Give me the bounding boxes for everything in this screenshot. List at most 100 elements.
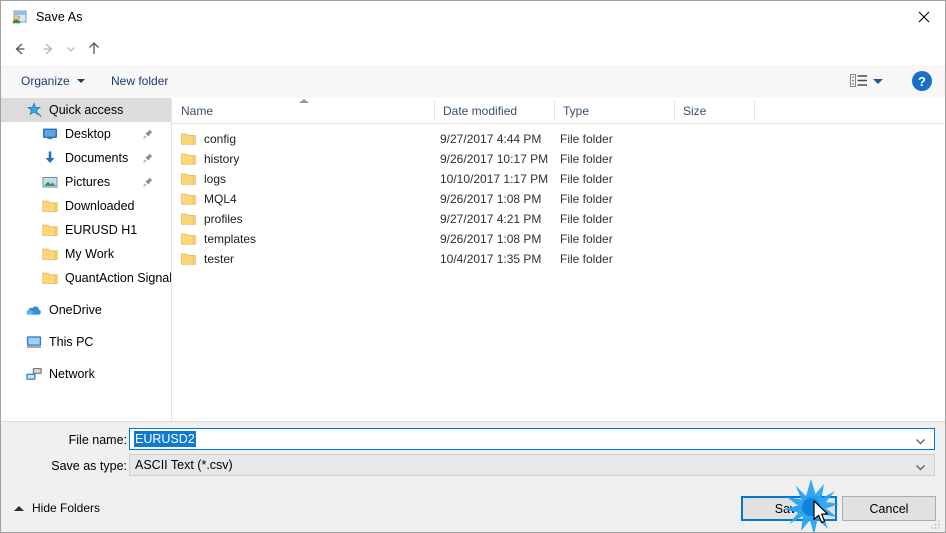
pin-icon[interactable] xyxy=(143,128,153,142)
cancel-label: Cancel xyxy=(869,501,909,516)
column-header-type[interactable]: Type xyxy=(554,98,674,123)
table-row[interactable]: history 9/26/2017 10:17 PM File folder xyxy=(172,149,945,169)
onedrive-cloud-icon xyxy=(26,302,42,318)
cell-type: File folder xyxy=(560,152,613,166)
sidebar-item-onedrive[interactable]: OneDrive xyxy=(1,298,171,322)
sidebar-item-label: EURUSD H1 xyxy=(65,223,138,237)
save-as-dialog: Save As Search 915566BA06ADA40756... Org… xyxy=(0,0,946,533)
column-header-size[interactable]: Size xyxy=(674,98,754,123)
cell-type: File folder xyxy=(560,232,613,246)
cell-name: MQL4 xyxy=(204,192,237,206)
cell-type: File folder xyxy=(560,252,613,266)
toolbar: Organize New folder ? xyxy=(1,65,945,99)
forward-button[interactable] xyxy=(36,37,60,61)
sidebar-item-my-work[interactable]: My Work xyxy=(1,242,171,266)
cell-date-modified: 10/10/2017 1:17 PM xyxy=(440,172,549,186)
column-divider[interactable] xyxy=(754,101,755,120)
folder-icon xyxy=(42,270,58,286)
sidebar-item-this-pc[interactable]: This PC xyxy=(1,330,171,354)
navigation-bar: « Roaming › MetaQuotes › Terminal › 9155… xyxy=(1,32,945,91)
close-button[interactable] xyxy=(901,1,945,32)
title-bar: Save As xyxy=(1,1,945,32)
up-button[interactable] xyxy=(82,37,106,61)
back-button[interactable] xyxy=(8,37,32,61)
hide-folders-button[interactable]: Hide Folders xyxy=(14,501,100,515)
sidebar-item-desktop[interactable]: Desktop xyxy=(1,122,171,146)
cell-date-modified: 9/27/2017 4:21 PM xyxy=(440,212,542,226)
column-header-date-modified[interactable]: Date modified xyxy=(434,98,554,123)
folder-icon xyxy=(181,132,196,145)
cell-type: File folder xyxy=(560,212,613,226)
sidebar-item-label: Network xyxy=(49,367,95,381)
folder-icon xyxy=(181,232,196,245)
new-folder-button[interactable]: New folder xyxy=(105,70,174,92)
cell-name: config xyxy=(204,132,237,146)
sidebar-item-downloaded[interactable]: Downloaded xyxy=(1,194,171,218)
file-name-input[interactable]: EURUSD2 xyxy=(129,428,935,450)
save-as-type-select[interactable]: ASCII Text (*.csv) xyxy=(129,454,935,476)
save-label: Save xyxy=(774,501,804,516)
chevron-down-icon[interactable] xyxy=(915,435,926,449)
pin-icon[interactable] xyxy=(143,152,153,166)
star-pin-icon xyxy=(26,102,42,118)
hide-folders-label: Hide Folders xyxy=(32,501,101,515)
help-label: ? xyxy=(918,73,926,89)
organize-label: Organize xyxy=(21,74,70,88)
help-circle-icon[interactable]: ? xyxy=(912,71,932,91)
network-icon xyxy=(26,366,42,382)
cell-date-modified: 9/26/2017 1:08 PM xyxy=(440,192,542,206)
cell-name: templates xyxy=(204,232,257,246)
table-row[interactable]: logs 10/10/2017 1:17 PM File folder xyxy=(172,169,945,189)
chevron-down-icon[interactable] xyxy=(873,79,883,84)
recent-locations-button[interactable] xyxy=(62,37,79,61)
sort-ascending-icon xyxy=(299,99,309,103)
new-folder-label: New folder xyxy=(111,74,169,88)
folder-icon xyxy=(181,152,196,165)
sidebar-item-quantaction-signal[interactable]: QuantAction Signal xyxy=(1,266,171,290)
sidebar-item-label: My Work xyxy=(65,247,115,261)
pictures-icon xyxy=(42,174,58,190)
file-name-value: EURUSD2 xyxy=(134,431,196,447)
table-row[interactable]: config 9/27/2017 4:44 PM File folder xyxy=(172,129,945,149)
cell-name: logs xyxy=(204,172,227,186)
pin-icon[interactable] xyxy=(143,176,153,190)
organize-button[interactable]: Organize xyxy=(15,70,91,92)
cancel-button[interactable]: Cancel xyxy=(842,496,936,521)
folder-icon xyxy=(181,252,196,265)
table-row[interactable]: profiles 9/27/2017 4:21 PM File folder xyxy=(172,209,945,229)
save-button[interactable]: Save xyxy=(741,496,837,521)
sidebar-item-quick-access[interactable]: Quick access xyxy=(1,98,171,122)
table-row[interactable]: templates 9/26/2017 1:08 PM File folder xyxy=(172,229,945,249)
sidebar-item-network[interactable]: Network xyxy=(1,362,171,386)
chevron-down-icon[interactable] xyxy=(915,461,926,475)
sidebar-item-label: Desktop xyxy=(65,127,111,141)
cell-name: tester xyxy=(204,252,235,266)
file-list-panel: Name Date modified Type Size config 9/27/… xyxy=(172,98,945,421)
table-row[interactable]: tester 10/4/2017 1:35 PM File folder xyxy=(172,249,945,269)
folder-icon xyxy=(181,172,196,185)
save-as-folder-person-icon xyxy=(11,9,27,25)
cell-type: File folder xyxy=(560,132,613,146)
dialog-body: Quick access Desktop Documents Pictures Down… xyxy=(1,98,945,421)
list-view-icon[interactable] xyxy=(848,71,870,91)
sidebar-item-documents[interactable]: Documents xyxy=(1,146,171,170)
resize-grip[interactable] xyxy=(930,518,942,530)
sidebar-item-label: Downloaded xyxy=(65,199,135,213)
cell-name: profiles xyxy=(204,212,243,226)
sidebar-item-label: This PC xyxy=(49,335,94,349)
sidebar-item-pictures[interactable]: Pictures xyxy=(1,170,171,194)
cell-date-modified: 10/4/2017 1:35 PM xyxy=(440,252,542,266)
folder-icon xyxy=(42,198,58,214)
chevron-down-icon xyxy=(76,79,85,83)
cell-type: File folder xyxy=(560,172,613,186)
table-row[interactable]: MQL4 9/26/2017 1:08 PM File folder xyxy=(172,189,945,209)
desktop-icon xyxy=(42,126,58,142)
this-pc-monitor-icon xyxy=(26,334,42,350)
sidebar-item-eurusd-h1[interactable]: EURUSD H1 xyxy=(1,218,171,242)
file-name-label: File name: xyxy=(68,433,127,447)
sidebar-item-label: Documents xyxy=(65,151,129,165)
cell-type: File folder xyxy=(560,192,613,206)
sidebar-item-label: Quick access xyxy=(49,103,124,117)
